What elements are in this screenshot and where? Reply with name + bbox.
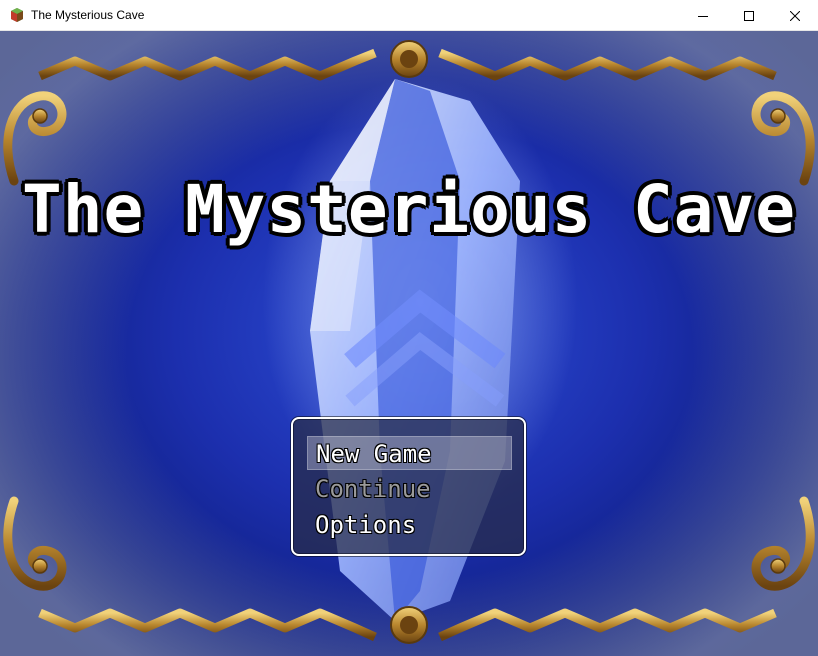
game-title: The Mysterious Cave (22, 171, 796, 248)
close-icon (790, 10, 800, 21)
minimize-button[interactable] (680, 0, 726, 31)
app-icon (9, 7, 25, 23)
title-menu: New Game Continue Options (291, 417, 526, 556)
options-option[interactable]: Options (307, 508, 512, 542)
continue-option[interactable]: Continue (307, 472, 512, 506)
maximize-button[interactable] (726, 0, 772, 31)
close-button[interactable] (772, 0, 818, 31)
window-titlebar[interactable]: The Mysterious Cave (0, 0, 818, 31)
new-game-option[interactable]: New Game (307, 436, 512, 470)
game-screen[interactable]: The Mysterious Cave New Game Continue Op… (0, 31, 818, 656)
window-title: The Mysterious Cave (31, 8, 145, 22)
background-art (3, 40, 815, 644)
minimize-icon (698, 15, 708, 17)
maximize-icon (744, 10, 754, 21)
